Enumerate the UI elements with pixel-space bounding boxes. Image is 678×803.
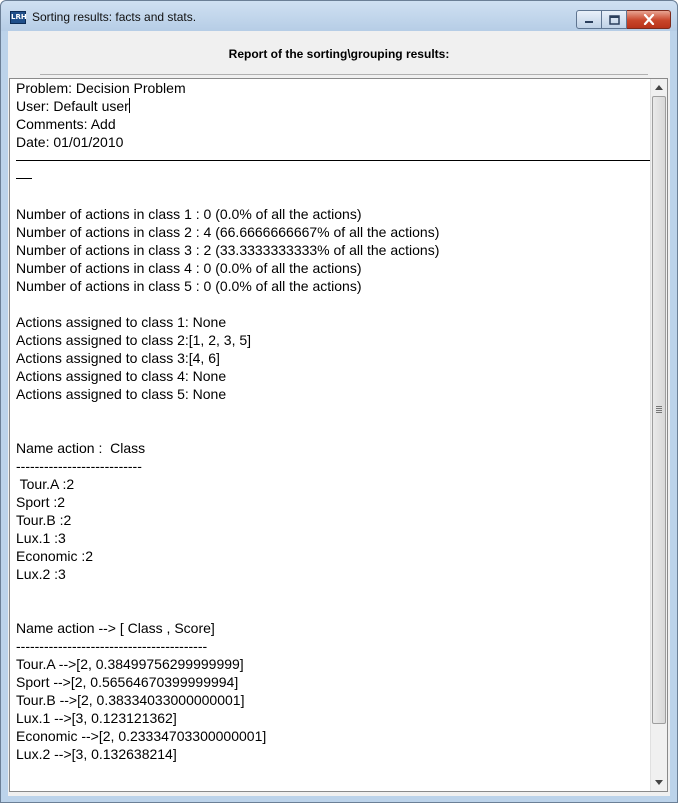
class-count-line: Number of actions in class 5 : 0 (0.0% o… <box>16 278 362 294</box>
name-class-rule: --------------------------- <box>16 458 142 474</box>
chevron-up-icon <box>655 85 663 90</box>
report-separator <box>16 151 651 169</box>
vertical-scrollbar[interactable] <box>650 79 667 791</box>
report-title: Report of the sorting\grouping results: <box>228 47 450 61</box>
report-user-text: User: Default user <box>16 98 129 114</box>
name-class-row: Tour.B :2 <box>16 512 72 528</box>
scrollbar-thumb[interactable] <box>652 96 666 724</box>
class-assignment-line: Actions assigned to class 5: None <box>16 386 227 402</box>
class-count-line: Number of actions in class 4 : 0 (0.0% o… <box>16 260 362 276</box>
header-divider <box>40 74 648 75</box>
report-text[interactable]: Problem: Decision Problem User: Default … <box>16 79 651 791</box>
report-separator-continued <box>16 169 651 187</box>
title-bar[interactable]: LRH Sorting results: facts and stats. <box>1 1 677 31</box>
caption-buttons <box>576 10 671 29</box>
name-class-row: Tour.A :2 <box>16 476 75 492</box>
report-text-area[interactable]: Problem: Decision Problem User: Default … <box>9 78 668 792</box>
class-count-line: Number of actions in class 2 : 4 (66.666… <box>16 224 440 240</box>
scroll-up-button[interactable] <box>651 79 667 96</box>
score-rule: ----------------------------------------… <box>16 638 208 654</box>
name-class-row: Sport :2 <box>16 494 66 510</box>
report-line-user: User: Default user <box>16 97 651 115</box>
score-header: Name action --> [ Class , Score] <box>16 620 215 636</box>
name-class-row: Economic :2 <box>16 548 94 564</box>
text-caret <box>128 98 130 113</box>
window-title: Sorting results: facts and stats. <box>32 10 197 24</box>
name-class-header: Name action : Class <box>16 440 146 456</box>
close-button[interactable] <box>627 10 671 29</box>
report-line-problem: Problem: Decision Problem <box>16 80 186 96</box>
name-class-row: Lux.1 :3 <box>16 530 66 546</box>
class-assignment-line: Actions assigned to class 1: None <box>16 314 227 330</box>
scroll-down-button[interactable] <box>651 774 667 791</box>
score-row: Lux.2 -->[3, 0.132638214] <box>16 746 177 762</box>
score-row: Lux.1 -->[3, 0.123121362] <box>16 710 177 726</box>
minimize-icon <box>585 20 593 23</box>
minimize-button[interactable] <box>576 10 602 29</box>
close-icon <box>643 14 654 25</box>
class-assignment-line: Actions assigned to class 4: None <box>16 368 227 384</box>
maximize-button[interactable] <box>602 10 627 29</box>
class-assignment-line: Actions assigned to class 2:[1, 2, 3, 5] <box>16 332 252 348</box>
class-count-line: Number of actions in class 1 : 0 (0.0% o… <box>16 206 362 222</box>
class-assignment-line: Actions assigned to class 3:[4, 6] <box>16 350 220 366</box>
report-window: LRH Sorting results: facts and stats. Re… <box>0 0 678 803</box>
report-line-comments: Comments: Add <box>16 116 116 132</box>
report-line-date: Date: 01/01/2010 <box>16 134 124 150</box>
maximize-icon <box>608 14 620 25</box>
window-client-area: Report of the sorting\grouping results: … <box>8 31 670 796</box>
name-class-row: Lux.2 :3 <box>16 566 66 582</box>
chevron-down-icon <box>655 780 663 785</box>
report-header: Report of the sorting\grouping results: <box>8 31 670 77</box>
app-icon: LRH <box>10 11 27 24</box>
score-row: Economic -->[2, 0.23334703300000001] <box>16 728 267 744</box>
class-count-line: Number of actions in class 3 : 2 (33.333… <box>16 242 440 258</box>
score-row: Sport -->[2, 0.56564670399999994] <box>16 674 239 690</box>
score-row: Tour.B -->[2, 0.38334033000000001] <box>16 692 245 708</box>
score-row: Tour.A -->[2, 0.38499756299999999] <box>16 656 244 672</box>
